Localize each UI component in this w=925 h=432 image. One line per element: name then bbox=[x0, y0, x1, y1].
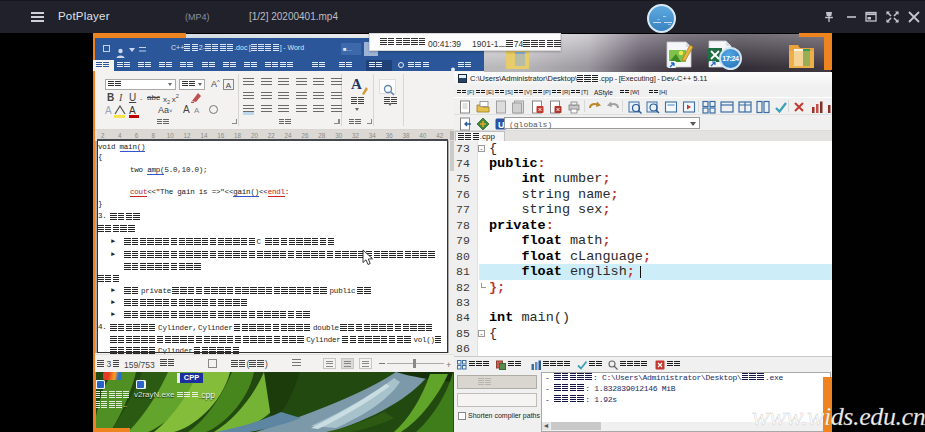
svg-text:A: A bbox=[129, 105, 136, 116]
